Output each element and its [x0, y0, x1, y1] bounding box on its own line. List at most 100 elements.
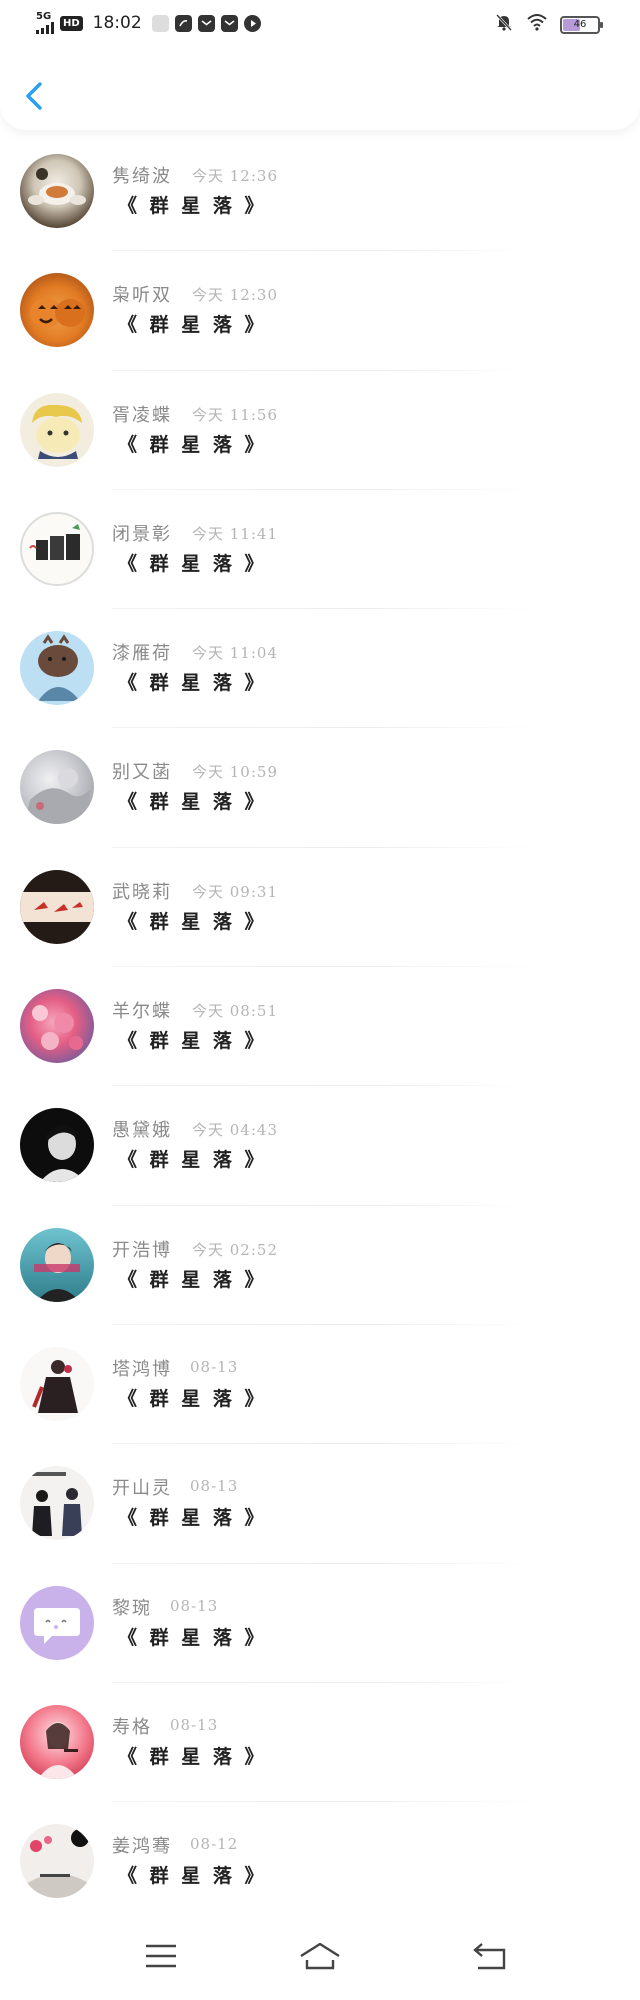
message-preview: 《 群 星 落 》	[118, 791, 267, 814]
contact-name: 枭听双	[112, 285, 172, 307]
message-time: 今天 08:51	[192, 1002, 278, 1021]
list-item[interactable]: 漆雁荷 今天 11:04 《 群 星 落 》	[0, 609, 640, 729]
message-time: 今天 12:36	[192, 167, 278, 185]
message-time: 08-12	[190, 1835, 239, 1854]
message-time: 08-13	[190, 1357, 239, 1376]
message-time: 今天 10:59	[192, 763, 278, 782]
list-item[interactable]: 枭听双 今天 12:30 《 群 星 落 》	[0, 251, 640, 371]
contact-name: 闭景彰	[112, 523, 172, 545]
contact-name: 武晓莉	[112, 881, 172, 903]
header-card: 5G HD 18:02 46	[0, 0, 640, 130]
contact-name: 别又菡	[112, 762, 172, 784]
avatar	[20, 1704, 94, 1779]
contact-name: 开山灵	[112, 1478, 172, 1500]
chevron-left-icon	[26, 82, 42, 110]
menu-icon	[146, 1944, 176, 1968]
system-back-button[interactable]	[464, 1934, 514, 1978]
contact-name: 姜鸿骞	[112, 1836, 172, 1858]
navigation-bar	[0, 1920, 640, 2000]
message-time: 08-13	[170, 1715, 219, 1734]
avatar	[20, 869, 94, 944]
avatar	[20, 511, 94, 586]
list-item[interactable]: 隽绮波 今天 12:36 《 群 星 落 》	[0, 132, 640, 252]
message-preview: 《 群 星 落 》	[118, 672, 267, 695]
home-button[interactable]	[295, 1934, 345, 1978]
message-preview: 《 群 星 落 》	[118, 1030, 267, 1053]
message-time: 今天 11:56	[192, 405, 278, 424]
conversation-list: 隽绮波 今天 12:36 《 群 星 落 》 枭听双 今天 12:30 《 群 …	[0, 132, 640, 1922]
avatar	[20, 273, 94, 348]
play-icon	[243, 14, 261, 32]
message-preview: 《 群 星 落 》	[118, 910, 267, 933]
contact-name: 开浩博	[112, 1239, 172, 1261]
battery-icon: 46	[560, 15, 603, 34]
message-time: 今天 02:52	[192, 1240, 278, 1259]
message-time: 今天 09:31	[192, 882, 278, 901]
avatar	[20, 1108, 94, 1183]
list-item[interactable]: 闭景彰 今天 11:41 《 群 星 落 》	[0, 490, 640, 610]
avatar	[20, 1227, 94, 1302]
list-item[interactable]: 塔鸿博 08-13 《 群 星 落 》	[0, 1325, 640, 1445]
list-item[interactable]: 黎琬 08-13 《 群 星 落 》	[0, 1564, 640, 1683]
avatar	[20, 1585, 94, 1660]
menu-button[interactable]	[136, 1934, 186, 1978]
message-time: 今天 11:04	[192, 644, 278, 663]
status-right: 46	[494, 12, 603, 37]
list-item[interactable]: 姜鸿骞 08-12 《 群 星 落 》	[0, 1802, 640, 1922]
message-preview: 《 群 星 落 》	[118, 1507, 267, 1530]
avatar	[20, 750, 94, 825]
list-item[interactable]: 愚黛娥 今天 04:43 《 群 星 落 》	[0, 1086, 640, 1206]
list-item[interactable]: 别又菡 今天 10:59 《 群 星 落 》	[0, 728, 640, 848]
wifi-icon	[526, 13, 548, 36]
mail-icon	[197, 14, 215, 32]
list-item[interactable]: 胥凌蝶 今天 11:56 《 群 星 落 》	[0, 371, 640, 490]
message-preview: 《 群 星 落 》	[118, 1626, 267, 1649]
home-icon	[300, 1942, 340, 1970]
list-item[interactable]: 武晓莉 今天 09:31 《 群 星 落 》	[0, 848, 640, 968]
mail-icon	[220, 14, 238, 32]
message-preview: 《 群 星 落 》	[118, 1387, 267, 1410]
message-time: 08-13	[170, 1596, 219, 1615]
message-time: 今天 12:30	[192, 286, 278, 305]
avatar	[20, 154, 94, 228]
back-icon	[473, 1943, 506, 1970]
contact-name: 隽绮波	[112, 166, 172, 187]
list-item[interactable]: 开山灵 08-13 《 群 星 落 》	[0, 1444, 640, 1564]
message-preview: 《 群 星 落 》	[118, 1745, 267, 1768]
status-bar: 5G HD 18:02 46	[0, 0, 640, 48]
battery-text: 46	[573, 19, 587, 30]
message-time: 08-13	[190, 1477, 239, 1496]
avatar	[20, 1824, 94, 1899]
message-preview: 《 群 星 落 》	[118, 1268, 267, 1291]
message-preview: 《 群 星 落 》	[118, 195, 267, 217]
contact-name: 愚黛娥	[112, 1120, 172, 1142]
status-time: 18:02	[92, 13, 142, 33]
avatar	[20, 1346, 94, 1421]
message-preview: 《 群 星 落 》	[118, 552, 267, 575]
message-preview: 《 群 星 落 》	[118, 1149, 267, 1172]
list-item[interactable]: 寿格 08-13 《 群 星 落 》	[0, 1683, 640, 1803]
contact-name: 胥凌蝶	[112, 404, 172, 426]
list-item[interactable]: 羊尔蝶 今天 08:51 《 群 星 落 》	[0, 967, 640, 1087]
app-icon-2	[174, 14, 192, 32]
mute-bell-icon	[494, 12, 514, 37]
contact-name: 塔鸿博	[112, 1358, 172, 1380]
message-time: 今天 04:43	[192, 1121, 278, 1140]
hd-icon: HD	[60, 15, 83, 31]
list-item[interactable]: 开浩博 今天 02:52 《 群 星 落 》	[0, 1206, 640, 1325]
avatar	[20, 1466, 94, 1541]
contact-name: 羊尔蝶	[112, 1001, 172, 1023]
status-left: 5G HD 18:02	[36, 12, 261, 34]
avatar	[20, 631, 94, 706]
network-type: 5G	[36, 11, 52, 22]
avatar	[20, 989, 94, 1064]
contact-name: 黎琬	[112, 1597, 152, 1619]
message-preview: 《 群 星 落 》	[118, 1865, 267, 1888]
message-preview: 《 群 星 落 》	[118, 314, 267, 337]
back-button[interactable]	[18, 76, 52, 116]
avatar	[20, 392, 94, 467]
contact-name: 寿格	[112, 1716, 152, 1738]
message-preview: 《 群 星 落 》	[118, 433, 267, 456]
signal-icon: 5G	[36, 12, 54, 34]
contact-name: 漆雁荷	[112, 643, 172, 665]
